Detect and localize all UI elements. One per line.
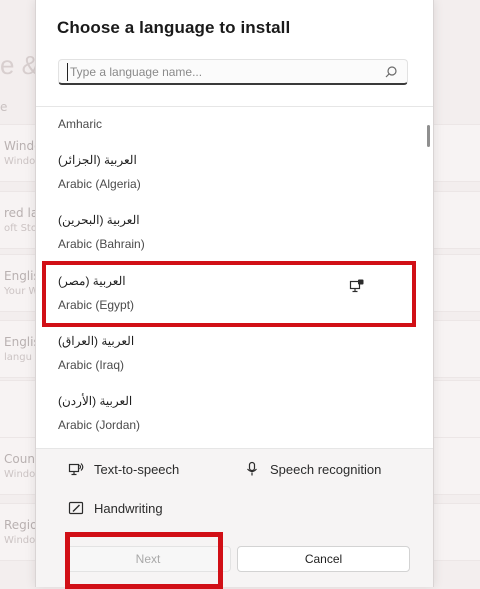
background-card-subtitle: langu: [4, 352, 32, 363]
background-card-subtitle: Windo: [4, 469, 36, 480]
language-english-name: Arabic (Iraq): [58, 358, 125, 372]
microphone-icon: [247, 461, 257, 476]
background-card-subtitle: Windo: [4, 156, 36, 167]
background-card-subtitle: Windo: [4, 535, 36, 546]
text-to-speech-icon: [68, 463, 84, 476]
feature-speech-recognition: Speech recognition: [244, 461, 381, 477]
next-highlight-annotation: [65, 532, 223, 589]
feature-text-to-speech: Text-to-speech: [68, 461, 179, 477]
feature-label: Handwriting: [94, 500, 163, 516]
feature-label: Speech recognition: [270, 461, 382, 477]
language-native-name: العربية (الجزائر): [58, 153, 137, 167]
background-card-subtitle: Your W: [4, 286, 39, 297]
feature-label: Text-to-speech: [94, 461, 180, 477]
handwriting-icon: [68, 501, 84, 515]
language-item-arabic-iraq[interactable]: العربية (العراق) Arabic (Iraq): [36, 326, 416, 386]
language-english-name: Amharic: [58, 117, 103, 131]
dialog-title: Choose a language to install: [57, 18, 291, 37]
language-native-name: العربية (الأردن): [58, 394, 133, 408]
language-native-name: العربية (البحرين): [58, 213, 140, 227]
background-page-subtitle: e: [0, 100, 8, 114]
background-page-title: e &: [0, 50, 40, 80]
install-language-dialog: Choose a language to install Amharic الع…: [35, 0, 434, 589]
background-card-title: Coun: [4, 452, 35, 466]
language-english-name: Arabic (Jordan): [58, 418, 141, 432]
list-scrollbar-thumb[interactable]: [427, 125, 430, 147]
language-search-input[interactable]: [67, 63, 380, 81]
background-card-title: Regio: [4, 518, 38, 532]
language-search-box[interactable]: [58, 59, 408, 85]
cancel-button[interactable]: Cancel: [237, 546, 410, 572]
language-native-name: العربية (العراق): [58, 334, 135, 348]
search-icon[interactable]: [384, 65, 398, 79]
language-item-arabic-algeria[interactable]: العربية (الجزائر) Arabic (Algeria): [36, 145, 416, 205]
language-english-name: Arabic (Bahrain): [58, 237, 145, 251]
language-item-arabic-jordan[interactable]: العربية (الأردن) Arabic (Jordan): [36, 386, 416, 446]
language-item-arabic-bahrain[interactable]: العربية (البحرين) Arabic (Bahrain): [36, 205, 416, 265]
language-list[interactable]: Amharic العربية (الجزائر) Arabic (Algeri…: [36, 107, 433, 448]
feature-handwriting: Handwriting: [68, 500, 163, 516]
egypt-highlight-annotation: [42, 261, 416, 327]
language-english-name: Arabic (Algeria): [58, 177, 141, 191]
